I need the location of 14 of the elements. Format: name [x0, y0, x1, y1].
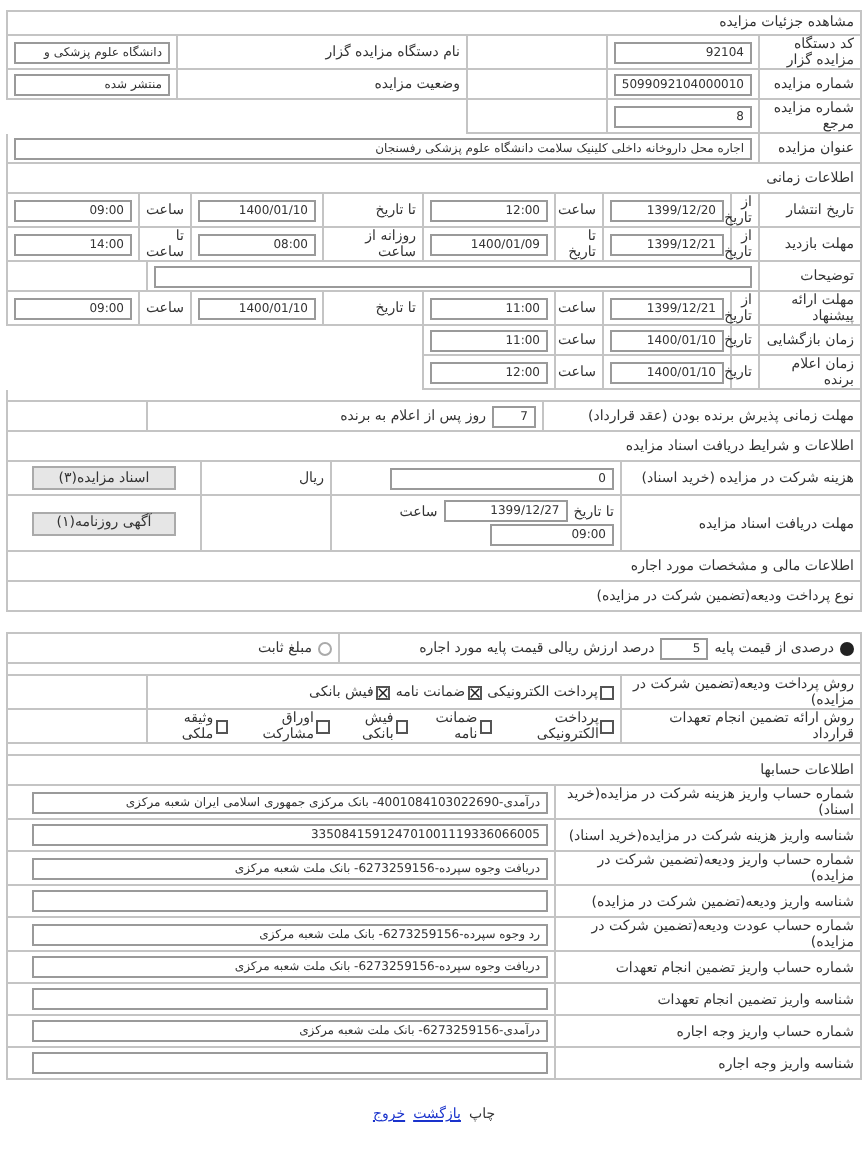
text-field[interactable]	[154, 265, 752, 287]
checkbox[interactable]	[600, 685, 614, 699]
checkbox[interactable]	[395, 719, 409, 733]
checkbox[interactable]	[215, 719, 229, 733]
checkbox[interactable]	[467, 685, 482, 699]
text-field[interactable]	[32, 1052, 548, 1074]
text-field[interactable]	[32, 890, 548, 912]
checkbox[interactable]	[479, 719, 493, 733]
checkbox[interactable]	[375, 685, 390, 699]
text-field[interactable]	[32, 988, 548, 1010]
checkbox[interactable]	[600, 719, 614, 733]
radio-button[interactable]	[840, 641, 854, 655]
checkbox[interactable]	[316, 719, 330, 733]
radio-button[interactable]	[318, 641, 332, 655]
